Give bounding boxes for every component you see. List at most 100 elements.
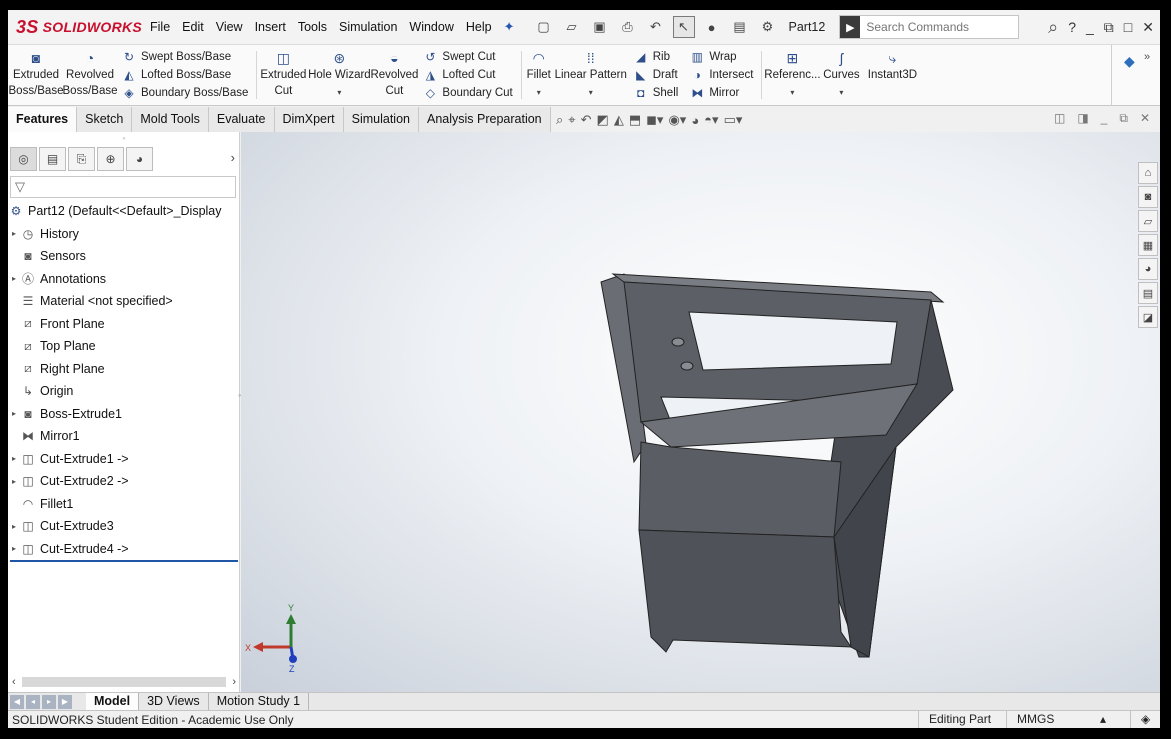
tab-model[interactable]: Model	[86, 692, 140, 711]
section-view-icon[interactable]: ◩	[597, 112, 609, 128]
tree-item-cut-extrude3[interactable]: ▸ ◫ Cut-Extrude3	[8, 515, 240, 538]
forum-icon[interactable]: ◪	[1138, 306, 1158, 328]
new-document-icon[interactable]: ▢	[533, 16, 555, 38]
tab-analysis-preparation[interactable]: Analysis Preparation	[418, 107, 551, 132]
design-library-icon[interactable]: ▱	[1138, 210, 1158, 232]
options-gear-icon[interactable]: ⚙	[757, 16, 779, 38]
curves-dropdown-icon[interactable]: ▾	[839, 85, 843, 101]
ribbon-display-icon[interactable]: ◆	[1124, 53, 1135, 70]
hole-wizard-dropdown-icon[interactable]: ▾	[337, 85, 341, 101]
rebuild-icon[interactable]: ●	[701, 16, 723, 38]
tab-dimxpert[interactable]: DimXpert	[274, 107, 344, 132]
tree-item-annotations[interactable]: ▸ Ⓐ Annotations	[8, 268, 240, 291]
wrap-button[interactable]: ▥ Wrap	[690, 48, 753, 66]
next-tab-icon[interactable]: ▸	[42, 694, 56, 709]
tab-sketch[interactable]: Sketch	[77, 107, 133, 132]
help-icon[interactable]: ?	[1068, 19, 1076, 35]
menu-tools[interactable]: Tools	[292, 20, 333, 34]
view-orientation-icon[interactable]: ⬒	[629, 112, 641, 128]
custom-properties-icon[interactable]: ▤	[1138, 282, 1158, 304]
tree-item-fillet1[interactable]: ◠ Fillet1	[8, 493, 240, 516]
feature-filter[interactable]: ▽	[10, 176, 236, 198]
intersect-button[interactable]: ◑ Intersect	[690, 66, 754, 84]
tree-item-cut-extrude4[interactable]: ▸ ◫ Cut-Extrude4 ->	[8, 538, 240, 561]
property-manager-tab-icon[interactable]: ▤	[39, 147, 66, 171]
tab-evaluate[interactable]: Evaluate	[208, 107, 275, 132]
fillet-dropdown-icon[interactable]: ▾	[537, 85, 541, 101]
scroll-left-icon[interactable]: ‹	[12, 676, 16, 688]
search-input[interactable]	[860, 20, 1011, 34]
reference-geometry-button[interactable]: ⊞ Referenc... ▾	[764, 45, 820, 105]
tree-root-part[interactable]: ⚙ Part12 (Default<<Default>_Display	[8, 200, 240, 223]
tree-item-history[interactable]: ▸ ◷ History	[8, 223, 240, 246]
expand-icon[interactable]: ▸	[8, 274, 20, 283]
feature-manager-tab-icon[interactable]: ◎	[10, 147, 37, 171]
tree-item-top-plane[interactable]: ⧄ Top Plane	[8, 335, 240, 358]
linear-pattern-dropdown-icon[interactable]: ▾	[589, 85, 593, 101]
hide-show-items-icon[interactable]: ◉▾	[668, 112, 686, 128]
unit-dropdown-icon[interactable]: ▴	[1090, 711, 1130, 729]
menu-edit[interactable]: Edit	[176, 20, 210, 34]
menu-help[interactable]: Help	[460, 20, 498, 34]
rib-button[interactable]: ◢ Rib	[634, 48, 679, 66]
doc-minimize-icon[interactable]: _	[1101, 111, 1108, 126]
tab-3d-views[interactable]: 3D Views	[139, 692, 209, 711]
menu-window[interactable]: Window	[403, 20, 459, 34]
tree-item-material[interactable]: ☰ Material <not specified>	[8, 290, 240, 313]
tab-mold-tools[interactable]: Mold Tools	[132, 107, 209, 132]
doc-tile-icon[interactable]: ◫	[1054, 111, 1065, 126]
revolved-cut-button[interactable]: ◒ Revolved Cut	[370, 45, 418, 105]
tree-item-mirror1[interactable]: ⧓ Mirror1	[8, 425, 240, 448]
previous-view-icon[interactable]: ↶	[581, 112, 592, 128]
panel-horizontal-scrollbar[interactable]: ‹ ›	[8, 674, 240, 690]
draft-button[interactable]: ◣ Draft	[634, 66, 679, 84]
expand-icon[interactable]: ▸	[8, 454, 20, 463]
tree-item-boss-extrude1[interactable]: ▸ ◙ Boss-Extrude1	[8, 403, 240, 426]
select-icon[interactable]: ↖	[672, 16, 695, 38]
view-settings-icon[interactable]: ▭▾	[724, 112, 743, 128]
home-icon[interactable]: ⌂	[1138, 162, 1158, 184]
revolved-boss-button[interactable]: ◔ Revolved Boss/Base	[63, 45, 118, 105]
minimize-icon[interactable]: _	[1086, 19, 1094, 35]
panel-more-icon[interactable]: ›	[231, 150, 235, 165]
doc-restore-icon[interactable]: ⧉	[1119, 111, 1128, 126]
unit-system[interactable]: MMGS	[1006, 710, 1090, 728]
expand-icon[interactable]: ▸	[8, 522, 20, 531]
linear-pattern-button[interactable]: ⁞⁞ Linear Pattern ▾	[554, 45, 628, 105]
reference-dropdown-icon[interactable]: ▾	[790, 85, 794, 101]
tree-item-right-plane[interactable]: ⧄ Right Plane	[8, 358, 240, 381]
dimxpert-manager-tab-icon[interactable]: ⊕	[97, 147, 124, 171]
menu-simulation[interactable]: Simulation	[333, 20, 403, 34]
save-icon[interactable]: ▣	[589, 16, 611, 38]
search-magnifier-icon[interactable]: ⌕	[1048, 17, 1058, 38]
swept-boss-button[interactable]: ↻ Swept Boss/Base	[122, 48, 248, 66]
last-tab-icon[interactable]: ▶	[58, 694, 72, 709]
tree-item-cut-extrude2[interactable]: ▸ ◫ Cut-Extrude2 ->	[8, 470, 240, 493]
maximize-icon[interactable]: □	[1124, 19, 1132, 35]
search-scope-icon[interactable]: ▶	[840, 16, 861, 38]
mirror-button[interactable]: ⧓ Mirror	[690, 84, 753, 102]
boundary-boss-button[interactable]: ◈ Boundary Boss/Base	[122, 84, 248, 102]
file-properties-icon[interactable]: ▤	[729, 16, 751, 38]
configuration-manager-tab-icon[interactable]: ⎘	[68, 147, 95, 171]
solidworks-logo[interactable]: 3S SOLIDWORKS	[8, 17, 144, 38]
hole-wizard-button[interactable]: ⊛ Hole Wizard ▾	[307, 45, 371, 105]
resources-icon[interactable]: ◙	[1138, 186, 1158, 208]
lofted-boss-button[interactable]: ◭ Lofted Boss/Base	[122, 66, 248, 84]
menu-file[interactable]: File	[144, 20, 176, 34]
scroll-track[interactable]	[21, 677, 227, 687]
expand-ribbon-icon[interactable]: »	[1144, 51, 1150, 63]
zoom-to-fit-icon[interactable]: ⌕	[556, 112, 563, 128]
first-tab-icon[interactable]: ◀	[10, 694, 24, 709]
part-model[interactable]	[600, 273, 954, 658]
dynamic-annotation-icon[interactable]: ◭	[614, 112, 624, 128]
restore-icon[interactable]: ⧉	[1104, 19, 1114, 36]
tree-item-sensors[interactable]: ◙ Sensors	[8, 245, 240, 268]
rollback-bar[interactable]	[10, 560, 238, 562]
graphics-area[interactable]: X Y Z ⌂ ◙ ▱ ▦ ◕ ▤ ◪	[241, 132, 1160, 692]
scroll-right-icon[interactable]: ›	[232, 676, 236, 688]
expand-icon[interactable]: ▸	[8, 409, 20, 418]
pin-icon[interactable]: ✦	[504, 19, 515, 35]
expand-icon[interactable]: ▸	[8, 544, 20, 553]
menu-insert[interactable]: Insert	[249, 20, 292, 34]
